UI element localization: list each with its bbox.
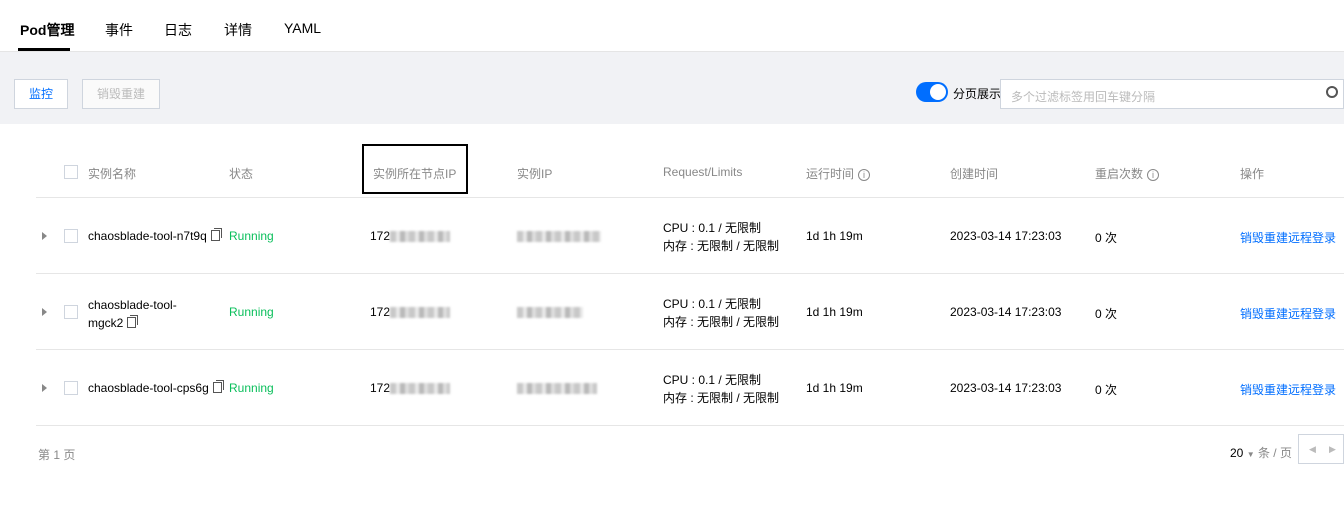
header-uptime-cell: 运行时间 i: [806, 165, 871, 182]
created-time: 2023-03-14 17:23:03: [950, 229, 1062, 243]
pagination: ◀ ▶: [1298, 434, 1344, 464]
table-row: chaosblade-tool-cps6g Running 172 CPU : …: [36, 350, 1344, 426]
page-size: 20: [1230, 446, 1244, 460]
main-panel: 监控 销毁重建 分页展示 多个过滤标签用回车键分隔 实例名称 状态 实例所在节点…: [0, 52, 1344, 508]
pod-name-cell: chaosblade-tool-n7t9q: [88, 228, 222, 243]
destroy-rebuild-link[interactable]: 销毁重建: [1240, 305, 1288, 322]
header-restarts-cell: 重启次数 i: [1095, 165, 1160, 182]
redacted-ip: [517, 383, 597, 395]
header-created: 创建时间: [950, 167, 999, 181]
pod-name-cell: chaosblade-tool-cps6g: [88, 380, 224, 395]
header-restarts: 重启次数: [1095, 167, 1144, 181]
search-placeholder: 多个过滤标签用回车键分隔: [1011, 90, 1156, 104]
destroy-rebuild-button[interactable]: 销毁重建: [82, 79, 161, 109]
row-checkbox[interactable]: [64, 229, 78, 243]
tab-yaml[interactable]: YAML: [284, 20, 321, 36]
status-running: Running: [229, 381, 274, 395]
header-request-limits: Request/Limits: [663, 165, 743, 179]
table-row: chaosblade-tool-mgck2 Running 172 CPU : …: [36, 274, 1344, 350]
header-instance-ip: 实例IP: [517, 167, 553, 181]
toolbar: 监控 销毁重建 分页展示 多个过滤标签用回车键分隔: [0, 52, 1344, 124]
toggle-knob: [930, 84, 946, 100]
instance-ip-cell: [517, 305, 583, 319]
cpu-limit: CPU : 0.1 / 无限制: [663, 373, 762, 387]
redacted-ip: [517, 231, 601, 243]
header-name: 实例名称: [88, 167, 137, 181]
select-all-checkbox[interactable]: [64, 165, 78, 179]
status-running: Running: [229, 305, 274, 319]
tab-bar: Pod管理 事件 日志 详情 YAML: [0, 12, 1344, 52]
expand-caret-icon[interactable]: [42, 308, 47, 316]
search-icon[interactable]: [1326, 86, 1338, 98]
node-ip-cell: 172: [370, 229, 451, 243]
prev-page-icon[interactable]: ◀: [1309, 444, 1316, 455]
redacted-ip: [390, 383, 451, 395]
page-indicator: 第 1 页: [38, 448, 76, 462]
uptime: 1d 1h 19m: [806, 305, 863, 319]
node-ip-cell: 172: [370, 305, 451, 319]
page-size-select[interactable]: 20 ▼ 条 / 页: [1230, 444, 1292, 461]
tab-details[interactable]: 详情: [224, 20, 252, 40]
memory-limit: 内存 : 无限制 / 无限制: [663, 239, 780, 253]
restart-count: 0 次: [1095, 231, 1118, 245]
table-row: chaosblade-tool-n7t9q Running 172 CPU : …: [36, 198, 1344, 274]
expand-caret-icon[interactable]: [42, 232, 47, 240]
node-ip: 172: [370, 305, 391, 319]
table-header: 实例名称 状态 实例所在节点IP 实例IP Request/Limits 运行时…: [36, 148, 1344, 198]
node-ip: 172: [370, 229, 391, 243]
highlight-box: [362, 144, 468, 194]
header-status: 状态: [229, 167, 254, 181]
pod-name: chaosblade-tool-cps6g: [88, 381, 209, 395]
memory-limit: 内存 : 无限制 / 无限制: [663, 391, 780, 405]
status-running: Running: [229, 229, 274, 243]
redacted-ip: [390, 231, 451, 243]
copy-icon[interactable]: [210, 228, 222, 241]
paging-toggle[interactable]: [916, 82, 948, 102]
monitor-button[interactable]: 监控: [14, 79, 69, 109]
pod-table: 实例名称 状态 实例所在节点IP 实例IP Request/Limits 运行时…: [0, 124, 1344, 508]
pod-name: chaosblade-tool-n7t9q: [88, 229, 207, 243]
search-input[interactable]: 多个过滤标签用回车键分隔: [1000, 79, 1344, 109]
created-time: 2023-03-14 17:23:03: [950, 381, 1062, 395]
active-tab-indicator: [18, 48, 70, 51]
next-page-icon[interactable]: ▶: [1329, 444, 1336, 455]
uptime: 1d 1h 19m: [806, 229, 863, 243]
restart-count: 0 次: [1095, 383, 1118, 397]
instance-ip-cell: [517, 381, 597, 395]
redacted-ip: [517, 307, 583, 319]
header-actions: 操作: [1240, 167, 1265, 181]
uptime: 1d 1h 19m: [806, 381, 863, 395]
restart-count: 0 次: [1095, 307, 1118, 321]
tab-logs[interactable]: 日志: [164, 20, 192, 40]
instance-ip-cell: [517, 229, 601, 243]
pod-name-cell: chaosblade-tool-mgck2: [88, 296, 210, 332]
page-size-unit: 条 / 页: [1257, 446, 1292, 460]
remote-login-link[interactable]: 远程登录: [1288, 305, 1336, 322]
destroy-rebuild-link[interactable]: 销毁重建: [1240, 229, 1288, 246]
cpu-limit: CPU : 0.1 / 无限制: [663, 221, 762, 235]
info-icon[interactable]: i: [858, 169, 871, 181]
redacted-ip: [390, 307, 451, 319]
copy-icon[interactable]: [212, 380, 224, 393]
paging-toggle-label: 分页展示: [953, 87, 1002, 101]
remote-login-link[interactable]: 远程登录: [1288, 229, 1336, 246]
header-uptime: 运行时间: [806, 167, 855, 181]
info-icon[interactable]: i: [1147, 169, 1160, 181]
memory-limit: 内存 : 无限制 / 无限制: [663, 315, 780, 329]
cpu-limit: CPU : 0.1 / 无限制: [663, 297, 762, 311]
destroy-rebuild-link[interactable]: 销毁重建: [1240, 381, 1288, 398]
expand-caret-icon[interactable]: [42, 384, 47, 392]
chevron-down-icon: ▼: [1246, 450, 1255, 459]
remote-login-link[interactable]: 远程登录: [1288, 381, 1336, 398]
row-checkbox[interactable]: [64, 305, 78, 319]
node-ip-cell: 172: [370, 381, 451, 395]
tab-events[interactable]: 事件: [105, 20, 133, 40]
row-checkbox[interactable]: [64, 381, 78, 395]
node-ip: 172: [370, 381, 391, 395]
created-time: 2023-03-14 17:23:03: [950, 305, 1062, 319]
copy-icon[interactable]: [126, 315, 138, 328]
tab-pod-management[interactable]: Pod管理: [20, 20, 74, 40]
